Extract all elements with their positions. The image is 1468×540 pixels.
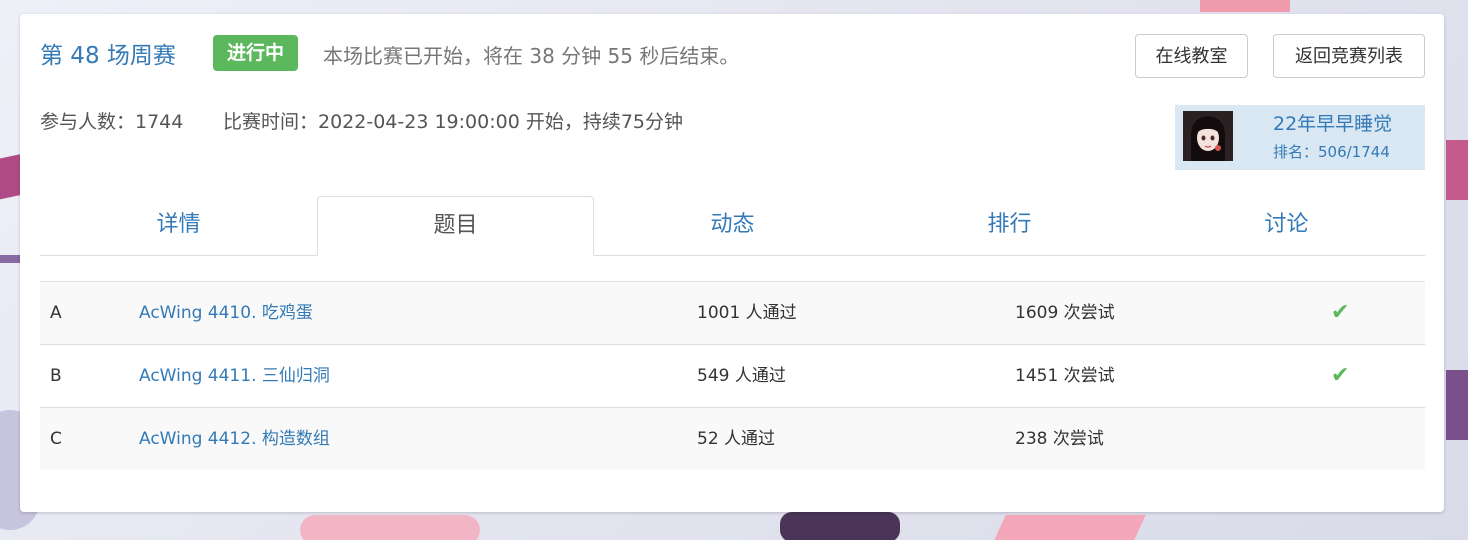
participants-count: 参与人数：1744 (40, 111, 184, 133)
attempt-count: 1609 次尝试 (1015, 303, 1115, 323)
problem-link[interactable]: AcWing 4411. 三仙归洞 (139, 345, 330, 407)
online-classroom-button[interactable]: 在线教室 (1135, 34, 1248, 78)
checkmark-icon: ✔ (1331, 363, 1350, 388)
contest-title: 第 48 场周赛 (40, 43, 176, 69)
tab-details[interactable]: 详情 (40, 196, 317, 255)
contest-tabs: 详情 题目 动态 排行 讨论 (40, 196, 1425, 256)
problem-link[interactable]: AcWing 4412. 构造数组 (139, 408, 330, 470)
attempt-count: 238 次尝试 (1015, 429, 1104, 449)
problem-id: B (50, 366, 62, 386)
user-rank: 排名：506/1744 (1273, 143, 1390, 161)
contest-time: 比赛时间：2022-04-23 19:00:00 开始，持续75分钟 (223, 111, 684, 133)
table-row: C AcWing 4412. 构造数组 52 人通过 238 次尝试 (40, 407, 1425, 470)
table-row: B AcWing 4411. 三仙归洞 549 人通过 1451 次尝试 ✔ (40, 344, 1425, 407)
problem-link[interactable]: AcWing 4410. 吃鸡蛋 (139, 282, 313, 344)
tab-problems[interactable]: 题目 (317, 196, 594, 256)
user-name[interactable]: 22年早早睡觉 (1273, 109, 1392, 136)
status-badge: 进行中 (213, 35, 299, 71)
passed-count: 549 人通过 (697, 366, 786, 386)
tab-discussion[interactable]: 讨论 (1148, 196, 1425, 255)
user-rank-card[interactable]: 22年早早睡觉 排名：506/1744 (1175, 105, 1425, 170)
problem-table: A AcWing 4410. 吃鸡蛋 1001 人通过 1609 次尝试 ✔ B… (40, 281, 1425, 470)
attempt-count: 1451 次尝试 (1015, 366, 1115, 386)
problem-id: A (50, 303, 62, 323)
checkmark-icon: ✔ (1331, 300, 1350, 325)
back-to-contest-list-button[interactable]: 返回竞赛列表 (1273, 34, 1425, 78)
passed-count: 52 人通过 (697, 429, 776, 449)
user-avatar[interactable] (1183, 111, 1233, 161)
passed-count: 1001 人通过 (697, 303, 797, 323)
tab-ranking[interactable]: 排行 (871, 196, 1148, 255)
tab-activity[interactable]: 动态 (594, 196, 871, 255)
countdown-text: 本场比赛已开始，将在 38 分钟 55 秒后结束。 (323, 44, 740, 68)
contest-card: 第 48 场周赛 进行中 本场比赛已开始，将在 38 分钟 55 秒后结束。 在… (20, 14, 1444, 512)
problem-id: C (50, 429, 62, 449)
table-row: A AcWing 4410. 吃鸡蛋 1001 人通过 1609 次尝试 ✔ (40, 282, 1425, 344)
